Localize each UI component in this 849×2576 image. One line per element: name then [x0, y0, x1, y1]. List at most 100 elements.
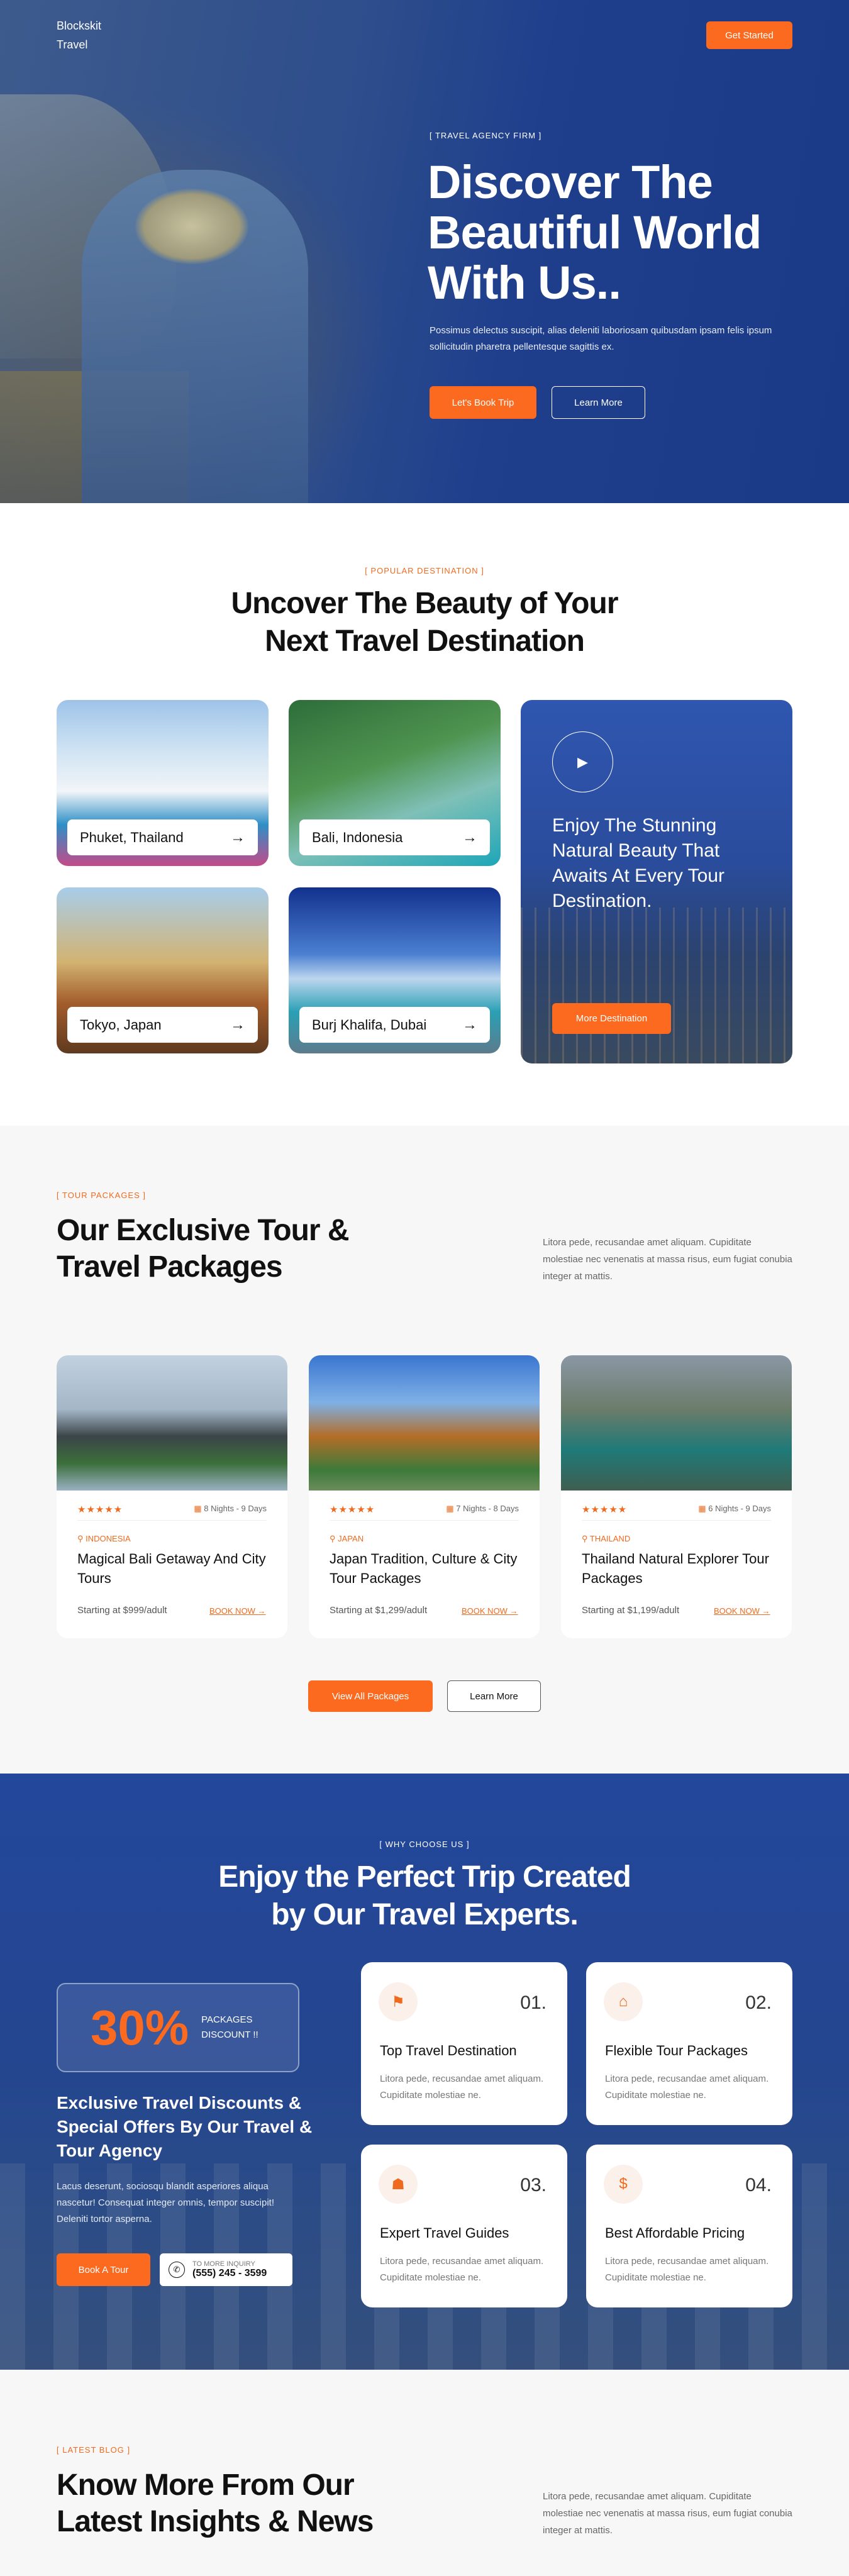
feature-title: Flexible Tour Packages — [605, 2043, 748, 2058]
divider — [330, 1520, 519, 1521]
discount-label: PACKAGES DISCOUNT !! — [201, 2014, 258, 2040]
why-title-line2: by Our Travel Experts. — [271, 1898, 579, 1931]
feature-card-pricing: $ 04. Best Affordable Pricing Litora ped… — [586, 2145, 792, 2307]
feature-number: 04. — [745, 2175, 772, 2196]
promo-background — [521, 908, 792, 1063]
destination-label[interactable]: Phuket, Thailand → — [67, 819, 258, 855]
blog-eyebrow: [ LATEST BLOG ] — [57, 2445, 131, 2455]
site-logo[interactable]: Blockskit Travel — [57, 16, 101, 54]
destination-card-tokyo[interactable]: Tokyo, Japan → — [57, 887, 269, 1053]
feature-title: Expert Travel Guides — [380, 2225, 509, 2241]
discount-value: 30% — [91, 1999, 189, 2055]
book-now-link[interactable]: BOOK NOW → — [714, 1606, 770, 1616]
tours-title-line2: Travel Packages — [57, 1250, 283, 1284]
feature-description: Litora pede, recusandae amet aliquam. Cu… — [605, 2074, 769, 2101]
phone-label: TO MORE INQUIRY — [192, 2260, 255, 2268]
view-all-packages-button[interactable]: View All Packages — [308, 1680, 433, 1712]
tour-duration-text: 7 Nights - 8 Days — [456, 1504, 519, 1513]
feature-number: 01. — [520, 1992, 547, 2013]
destinations-title-line2: Next Travel Destination — [265, 625, 585, 658]
arrow-right-icon: → — [230, 1016, 245, 1033]
divider — [582, 1520, 771, 1521]
hero-learn-more-button[interactable]: Learn More — [552, 386, 645, 419]
tour-location: ⚲ THAILAND — [582, 1534, 630, 1544]
feature-title: Top Travel Destination — [380, 2043, 517, 2058]
tour-name[interactable]: Magical Bali Getaway And City Tours — [77, 1549, 266, 1588]
phone-text: TO MORE INQUIRY (555) 245 - 3599 — [192, 2260, 267, 2279]
blog-title-line1: Know More From Our — [57, 2468, 355, 2502]
tour-duration: ▦ 8 Nights - 9 Days — [194, 1504, 267, 1515]
divider — [77, 1520, 267, 1521]
tour-card-bali[interactable]: ★★★★★ ▦ 8 Nights - 9 Days ⚲ INDONESIA Ma… — [57, 1355, 287, 1638]
rating-stars-icon: ★★★★★ — [330, 1504, 375, 1515]
feature-number: 02. — [745, 1992, 772, 2013]
book-tour-button[interactable]: Book A Tour — [57, 2253, 150, 2286]
destination-label[interactable]: Tokyo, Japan → — [67, 1007, 258, 1043]
location-pin-icon: ⚲ — [330, 1534, 336, 1543]
destination-promo-card: ▶ Enjoy The Stunning Natural Beauty That… — [521, 700, 792, 1063]
location-pin-icon: ⚲ — [77, 1534, 84, 1543]
tour-location-text: THAILAND — [589, 1534, 631, 1543]
tours-title: Our Exclusive Tour & Travel Packages — [57, 1213, 447, 1285]
tours-learn-more-button[interactable]: Learn More — [447, 1680, 541, 1712]
tour-name[interactable]: Japan Tradition, Culture & City Tour Pac… — [330, 1549, 518, 1588]
destinations-eyebrow: [ POPULAR DESTINATION ] — [365, 566, 484, 575]
why-eyebrow: [ WHY CHOOSE US ] — [379, 1840, 470, 1849]
blog-title-line2: Latest Insights & News — [57, 2505, 374, 2538]
tour-price: Starting at $999/adult — [77, 1605, 167, 1616]
phone-number[interactable]: (555) 245 - 3599 — [192, 2268, 267, 2279]
why-title-line1: Enjoy the Perfect Trip Created — [218, 1860, 631, 1894]
hero-title: Discover The Beautiful World With Us.. — [428, 156, 762, 309]
tour-card-thailand[interactable]: ★★★★★ ▦ 6 Nights - 9 Days ⚲ THAILAND Tha… — [561, 1355, 792, 1638]
destinations-title-line1: Uncover The Beauty of Your — [231, 587, 618, 620]
rating-stars-icon: ★★★★★ — [77, 1504, 123, 1515]
book-now-link[interactable]: BOOK NOW → — [462, 1606, 518, 1616]
logo-line1: Blockskit — [57, 19, 102, 32]
arrow-right-icon: → — [462, 828, 477, 846]
feature-card-packages: ⌂ 02. Flexible Tour Packages Litora pede… — [586, 1962, 792, 2125]
rating-stars-icon: ★★★★★ — [582, 1504, 628, 1515]
hero-eyebrow: [ TRAVEL AGENCY FIRM ] — [430, 131, 542, 140]
book-now-link[interactable]: BOOK NOW → — [209, 1606, 266, 1616]
luggage-icon: ⌂ — [604, 1982, 643, 2021]
more-destination-button[interactable]: More Destination — [552, 1003, 671, 1034]
tour-image — [561, 1355, 792, 1491]
discount-badge: 30% PACKAGES DISCOUNT !! — [57, 1983, 299, 2072]
phone-inquiry[interactable]: ✆ TO MORE INQUIRY (555) 245 - 3599 — [160, 2253, 292, 2286]
tours-description: Litora pede, recusandae amet aliquam. Cu… — [543, 1237, 792, 1282]
destination-card-phuket[interactable]: Phuket, Thailand → — [57, 700, 269, 866]
destination-card-dubai[interactable]: Burj Khalifa, Dubai → — [289, 887, 501, 1053]
book-trip-button[interactable]: Let's Book Trip — [430, 386, 536, 419]
tour-price: Starting at $1,299/adult — [330, 1605, 428, 1616]
calendar-icon: ▦ — [698, 1504, 706, 1513]
blog-title: Know More From Our Latest Insights & New… — [57, 2467, 447, 2540]
feature-description: Litora pede, recusandae amet aliquam. Cu… — [605, 2256, 769, 2283]
tour-duration: ▦ 7 Nights - 8 Days — [446, 1504, 519, 1515]
price-tag-icon: $ — [604, 2165, 643, 2204]
play-icon[interactable]: ▶ — [552, 731, 613, 792]
feature-description: Litora pede, recusandae amet aliquam. Cu… — [380, 2074, 544, 2101]
tour-name[interactable]: Thailand Natural Explorer Tour Packages — [582, 1549, 770, 1588]
tour-packages-section: [ TOUR PACKAGES ] Our Exclusive Tour & T… — [0, 1126, 849, 1774]
why-title: Enjoy the Perfect Trip Created by Our Tr… — [0, 1858, 849, 1934]
tour-location-text: INDONESIA — [86, 1534, 131, 1543]
feature-card-guides: ☗ 03. Expert Travel Guides Litora pede, … — [361, 2145, 567, 2307]
tour-location-text: JAPAN — [338, 1534, 364, 1543]
map-pin-icon: ⚑ — [379, 1982, 418, 2021]
arrow-right-icon: → — [230, 828, 245, 846]
guide-icon: ☗ — [379, 2165, 418, 2204]
tour-meta: ★★★★★ ▦ 8 Nights - 9 Days — [77, 1504, 267, 1515]
phone-icon: ✆ — [169, 2262, 185, 2278]
hero-hat — [135, 189, 248, 264]
destination-card-bali[interactable]: Bali, Indonesia → — [289, 700, 501, 866]
destination-label[interactable]: Burj Khalifa, Dubai → — [299, 1007, 490, 1043]
feature-card-destination: ⚑ 01. Top Travel Destination Litora pede… — [361, 1962, 567, 2125]
destination-name: Burj Khalifa, Dubai — [312, 1016, 427, 1033]
logo-line2: Travel — [57, 38, 88, 51]
arrow-right-icon: → — [462, 1016, 477, 1033]
tour-card-japan[interactable]: ★★★★★ ▦ 7 Nights - 8 Days ⚲ JAPAN Japan … — [309, 1355, 540, 1638]
tour-image — [57, 1355, 287, 1491]
hero-section: Blockskit Travel Get Started [ TRAVEL AG… — [0, 0, 849, 503]
get-started-button[interactable]: Get Started — [706, 21, 792, 49]
destination-label[interactable]: Bali, Indonesia → — [299, 819, 490, 855]
